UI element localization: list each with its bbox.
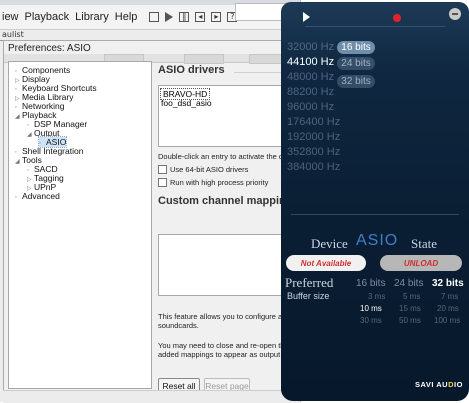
bits-pill-16[interactable]: 16 bits: [337, 41, 375, 54]
info-text: You may need to close and re-open the fo: [158, 341, 297, 350]
previous-icon[interactable]: ◂: [195, 12, 206, 22]
freq-option[interactable]: 192000 Hz: [287, 131, 340, 143]
section-divider: [291, 214, 459, 215]
savi-top-bar: [281, 2, 469, 32]
high-priority-checkbox-row[interactable]: Run with high process priority: [158, 178, 268, 187]
driver-item[interactable]: foo_dsd_asio: [161, 98, 212, 108]
activate-hint: Double-click an entry to activate the dr…: [158, 152, 296, 161]
host-app-window: iew Playback Library Help ‖ ◂ ▸ ? aulist…: [0, 0, 310, 403]
decorative-swoosh: [305, 26, 445, 27]
buffer-option[interactable]: 30 ms: [360, 316, 382, 325]
pause-icon[interactable]: ‖: [179, 12, 190, 22]
freq-option[interactable]: 48000 Hz: [287, 71, 334, 83]
savi-audio-panel: 32000 Hz 44100 Hz 48000 Hz 88200 Hz 9600…: [281, 2, 469, 401]
play-icon[interactable]: [165, 12, 174, 22]
buffer-option[interactable]: 50 ms: [399, 316, 421, 325]
freq-option[interactable]: 384000 Hz: [287, 161, 340, 173]
mappings-heading: Custom channel mappings: [158, 195, 299, 207]
menu-knob-icon[interactable]: [449, 8, 461, 20]
use64-checkbox[interactable]: [158, 165, 167, 174]
buffer-option[interactable]: 7 ms: [441, 292, 458, 301]
bits-pill-24[interactable]: 24 bits: [337, 57, 375, 70]
freq-option[interactable]: 352800 Hz: [287, 146, 340, 158]
asio-heading: ASIO: [356, 232, 399, 249]
preferred-heading: Preferred: [285, 275, 334, 290]
asio-drivers-heading: ASIO drivers: [158, 64, 225, 76]
buffer-size-label: Buffer size: [287, 291, 330, 301]
device-heading: Device: [311, 236, 348, 251]
menu-library[interactable]: Library: [75, 11, 109, 23]
freq-option[interactable]: 32000 Hz: [287, 41, 334, 53]
buffer-option[interactable]: 100 ms: [434, 316, 460, 325]
high-priority-label: Run with high process priority: [170, 178, 269, 187]
use64-checkbox-row[interactable]: Use 64-bit ASIO drivers: [158, 165, 248, 174]
tree-item[interactable]: ╴ Advanced: [15, 191, 60, 201]
menu-view[interactable]: iew: [2, 11, 19, 23]
menu-help[interactable]: Help: [115, 11, 138, 23]
info-text: added mappings to appear as output devic: [158, 350, 300, 359]
settings-panel: ASIO drivers BRAVO-HD foo_dsd_asio Doubl…: [154, 61, 310, 394]
status-bar: [3, 390, 300, 403]
preferences-dialog: Preferences: ASIO ╴ Components ▷ Display ╴…: [3, 40, 310, 394]
buffer-option[interactable]: 3 ms: [368, 292, 385, 301]
buffer-option-active[interactable]: 10 ms: [360, 304, 382, 313]
play-icon[interactable]: [303, 12, 310, 22]
transport-controls: ‖ ◂ ▸ ?: [149, 12, 238, 22]
menu-playback[interactable]: Playback: [25, 11, 70, 23]
preferred-bits-option-active[interactable]: 32 bits: [432, 278, 464, 289]
info-text: soundcards.: [158, 321, 199, 330]
stop-icon[interactable]: [149, 12, 160, 22]
dialog-title: Preferences: ASIO: [8, 43, 91, 54]
state-heading: State: [411, 236, 437, 251]
next-icon[interactable]: ▸: [211, 12, 222, 22]
savi-audio-logo: SAVI AUDIO: [415, 380, 463, 389]
buffer-option[interactable]: 15 ms: [399, 304, 421, 313]
freq-option[interactable]: 96000 Hz: [287, 101, 334, 113]
freq-option-active[interactable]: 44100 Hz: [287, 56, 334, 68]
info-text: This feature allows you to configure alt…: [158, 312, 297, 321]
preferred-bits-option[interactable]: 24 bits: [394, 278, 423, 289]
record-icon[interactable]: [393, 14, 401, 22]
buffer-option[interactable]: 20 ms: [437, 304, 459, 313]
freq-option[interactable]: 88200 Hz: [287, 86, 334, 98]
bits-pill-32[interactable]: 32 bits: [337, 75, 375, 88]
preferences-tree: ╴ Components ▷ Display ╴ Keyboard Shortcuts…: [8, 61, 152, 389]
device-status-badge: Not Available: [286, 255, 366, 271]
freq-option[interactable]: 176400 Hz: [287, 116, 340, 128]
buffer-option[interactable]: 5 ms: [403, 292, 420, 301]
unload-button[interactable]: UNLOAD: [380, 255, 462, 271]
use64-label: Use 64-bit ASIO drivers: [170, 165, 249, 174]
high-priority-checkbox[interactable]: [158, 178, 167, 187]
preferred-bits-option[interactable]: 16 bits: [356, 278, 385, 289]
